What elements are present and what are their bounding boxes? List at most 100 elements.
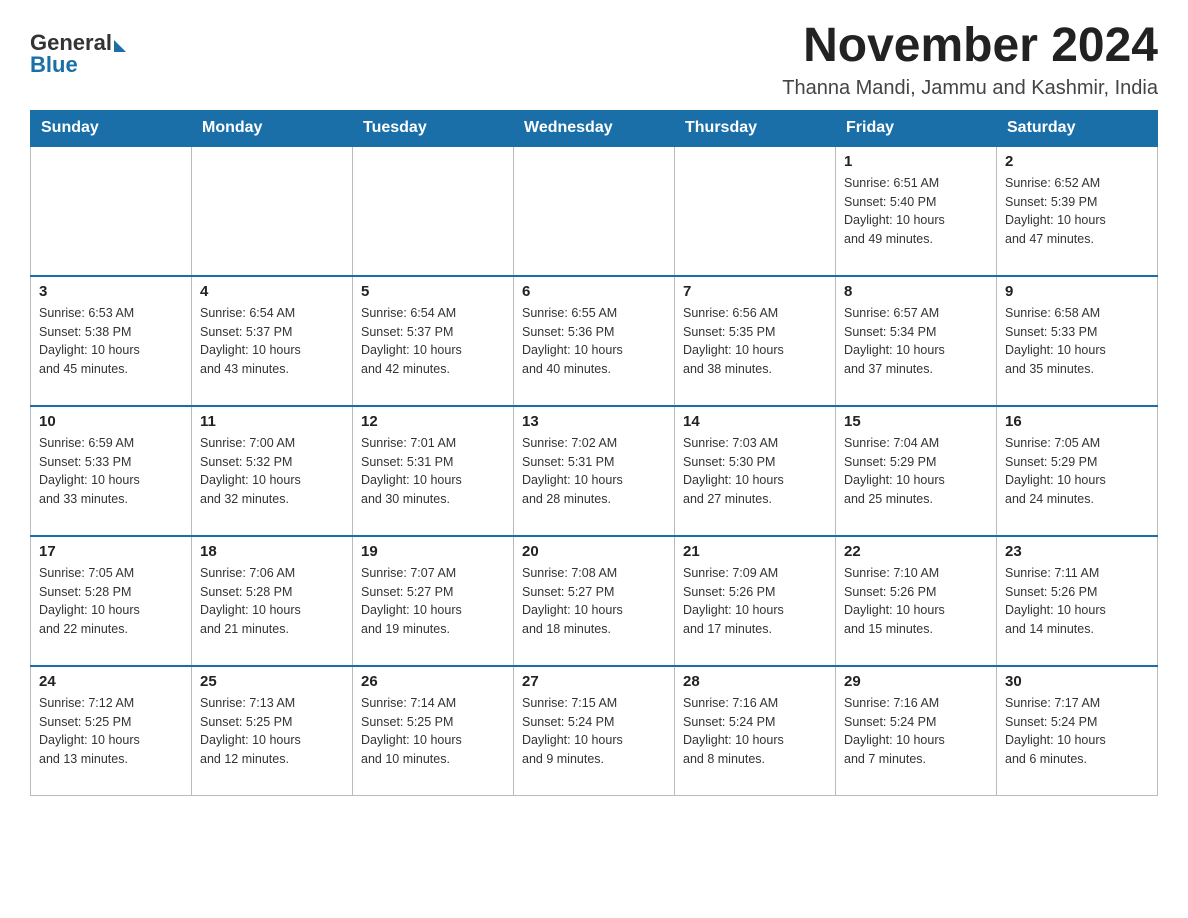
calendar-cell: 4 Sunrise: 6:54 AM Sunset: 5:37 PM Daylig… [192,276,353,406]
day-info: Sunrise: 7:16 AM Sunset: 5:24 PM Dayligh… [844,694,988,769]
calendar-cell: 2 Sunrise: 6:52 AM Sunset: 5:39 PM Daylig… [997,146,1158,276]
calendar-cell: 24 Sunrise: 7:12 AM Sunset: 5:25 PM Dayli… [31,666,192,796]
day-number: 2 [1005,153,1149,170]
day-number: 7 [683,283,827,300]
day-info: Sunrise: 7:12 AM Sunset: 5:25 PM Dayligh… [39,694,183,769]
day-info: Sunrise: 6:59 AM Sunset: 5:33 PM Dayligh… [39,434,183,509]
day-number: 14 [683,413,827,430]
day-number: 1 [844,153,988,170]
logo-blue-text: Blue [30,52,126,78]
day-number: 23 [1005,543,1149,560]
day-number: 10 [39,413,183,430]
calendar-cell: 22 Sunrise: 7:10 AM Sunset: 5:26 PM Dayli… [836,536,997,666]
calendar-cell [192,146,353,276]
weekday-header-monday: Monday [192,110,353,146]
calendar-cell: 25 Sunrise: 7:13 AM Sunset: 5:25 PM Dayli… [192,666,353,796]
day-number: 25 [200,673,344,690]
day-info: Sunrise: 7:04 AM Sunset: 5:29 PM Dayligh… [844,434,988,509]
calendar-cell [675,146,836,276]
header: General Blue November 2024 Thanna Mandi,… [30,20,1158,100]
day-info: Sunrise: 7:08 AM Sunset: 5:27 PM Dayligh… [522,564,666,639]
day-number: 4 [200,283,344,300]
day-info: Sunrise: 7:14 AM Sunset: 5:25 PM Dayligh… [361,694,505,769]
day-number: 17 [39,543,183,560]
logo-arrow-icon [114,40,126,52]
calendar-cell: 26 Sunrise: 7:14 AM Sunset: 5:25 PM Dayli… [353,666,514,796]
day-number: 3 [39,283,183,300]
calendar-cell: 18 Sunrise: 7:06 AM Sunset: 5:28 PM Dayli… [192,536,353,666]
day-info: Sunrise: 6:51 AM Sunset: 5:40 PM Dayligh… [844,174,988,249]
calendar-cell: 7Sunrise: 6:56 AM Sunset: 5:35 PM Daylig… [675,276,836,406]
calendar-cell: 29 Sunrise: 7:16 AM Sunset: 5:24 PM Dayli… [836,666,997,796]
day-info: Sunrise: 7:06 AM Sunset: 5:28 PM Dayligh… [200,564,344,639]
day-info: Sunrise: 7:00 AM Sunset: 5:32 PM Dayligh… [200,434,344,509]
day-number: 29 [844,673,988,690]
day-number: 9 [1005,283,1149,300]
day-number: 26 [361,673,505,690]
weekday-header-sunday: Sunday [31,110,192,146]
logo: General Blue [30,30,126,78]
day-info: Sunrise: 6:55 AM Sunset: 5:36 PM Dayligh… [522,304,666,379]
calendar-cell: 30 Sunrise: 7:17 AM Sunset: 5:24 PM Dayli… [997,666,1158,796]
day-number: 22 [844,543,988,560]
calendar-cell: 19 Sunrise: 7:07 AM Sunset: 5:27 PM Dayli… [353,536,514,666]
weekday-header-friday: Friday [836,110,997,146]
calendar-cell: 3 Sunrise: 6:53 AM Sunset: 5:38 PM Daylig… [31,276,192,406]
week-row-2: 3 Sunrise: 6:53 AM Sunset: 5:38 PM Daylig… [31,276,1158,406]
day-info: Sunrise: 7:05 AM Sunset: 5:29 PM Dayligh… [1005,434,1149,509]
day-info: Sunrise: 6:54 AM Sunset: 5:37 PM Dayligh… [361,304,505,379]
day-number: 11 [200,413,344,430]
day-number: 16 [1005,413,1149,430]
day-number: 24 [39,673,183,690]
weekday-header-row: SundayMondayTuesdayWednesdayThursdayFrid… [31,110,1158,146]
day-info: Sunrise: 7:15 AM Sunset: 5:24 PM Dayligh… [522,694,666,769]
day-number: 8 [844,283,988,300]
weekday-header-tuesday: Tuesday [353,110,514,146]
calendar-cell: 21Sunrise: 7:09 AM Sunset: 5:26 PM Dayli… [675,536,836,666]
calendar-cell: 1 Sunrise: 6:51 AM Sunset: 5:40 PM Daylig… [836,146,997,276]
day-info: Sunrise: 7:10 AM Sunset: 5:26 PM Dayligh… [844,564,988,639]
day-number: 13 [522,413,666,430]
calendar-cell: 13Sunrise: 7:02 AM Sunset: 5:31 PM Dayli… [514,406,675,536]
day-info: Sunrise: 7:16 AM Sunset: 5:24 PM Dayligh… [683,694,827,769]
day-number: 6 [522,283,666,300]
day-info: Sunrise: 7:01 AM Sunset: 5:31 PM Dayligh… [361,434,505,509]
day-number: 19 [361,543,505,560]
day-info: Sunrise: 7:17 AM Sunset: 5:24 PM Dayligh… [1005,694,1149,769]
calendar-cell: 14 Sunrise: 7:03 AM Sunset: 5:30 PM Dayli… [675,406,836,536]
week-row-4: 17Sunrise: 7:05 AM Sunset: 5:28 PM Dayli… [31,536,1158,666]
day-number: 21 [683,543,827,560]
day-info: Sunrise: 7:03 AM Sunset: 5:30 PM Dayligh… [683,434,827,509]
weekday-header-wednesday: Wednesday [514,110,675,146]
day-info: Sunrise: 6:53 AM Sunset: 5:38 PM Dayligh… [39,304,183,379]
day-number: 18 [200,543,344,560]
week-row-3: 10 Sunrise: 6:59 AM Sunset: 5:33 PM Dayli… [31,406,1158,536]
calendar-cell: 8Sunrise: 6:57 AM Sunset: 5:34 PM Daylig… [836,276,997,406]
day-info: Sunrise: 7:13 AM Sunset: 5:25 PM Dayligh… [200,694,344,769]
calendar-cell: 11 Sunrise: 7:00 AM Sunset: 5:32 PM Dayli… [192,406,353,536]
day-number: 30 [1005,673,1149,690]
calendar-cell [31,146,192,276]
calendar-cell: 6 Sunrise: 6:55 AM Sunset: 5:36 PM Daylig… [514,276,675,406]
day-number: 5 [361,283,505,300]
day-info: Sunrise: 6:54 AM Sunset: 5:37 PM Dayligh… [200,304,344,379]
day-number: 20 [522,543,666,560]
day-info: Sunrise: 6:52 AM Sunset: 5:39 PM Dayligh… [1005,174,1149,249]
calendar-cell [353,146,514,276]
calendar-cell: 5 Sunrise: 6:54 AM Sunset: 5:37 PM Daylig… [353,276,514,406]
title-area: November 2024 Thanna Mandi, Jammu and Ka… [782,20,1158,100]
calendar-cell: 20 Sunrise: 7:08 AM Sunset: 5:27 PM Dayli… [514,536,675,666]
calendar-title: November 2024 [782,20,1158,73]
weekday-header-saturday: Saturday [997,110,1158,146]
calendar-cell: 27 Sunrise: 7:15 AM Sunset: 5:24 PM Dayli… [514,666,675,796]
calendar-cell: 10 Sunrise: 6:59 AM Sunset: 5:33 PM Dayli… [31,406,192,536]
day-number: 15 [844,413,988,430]
day-number: 12 [361,413,505,430]
calendar-table: SundayMondayTuesdayWednesdayThursdayFrid… [30,110,1158,797]
day-number: 28 [683,673,827,690]
calendar-cell [514,146,675,276]
day-info: Sunrise: 7:07 AM Sunset: 5:27 PM Dayligh… [361,564,505,639]
calendar-cell: 9Sunrise: 6:58 AM Sunset: 5:33 PM Daylig… [997,276,1158,406]
day-number: 27 [522,673,666,690]
calendar-cell: 17Sunrise: 7:05 AM Sunset: 5:28 PM Dayli… [31,536,192,666]
